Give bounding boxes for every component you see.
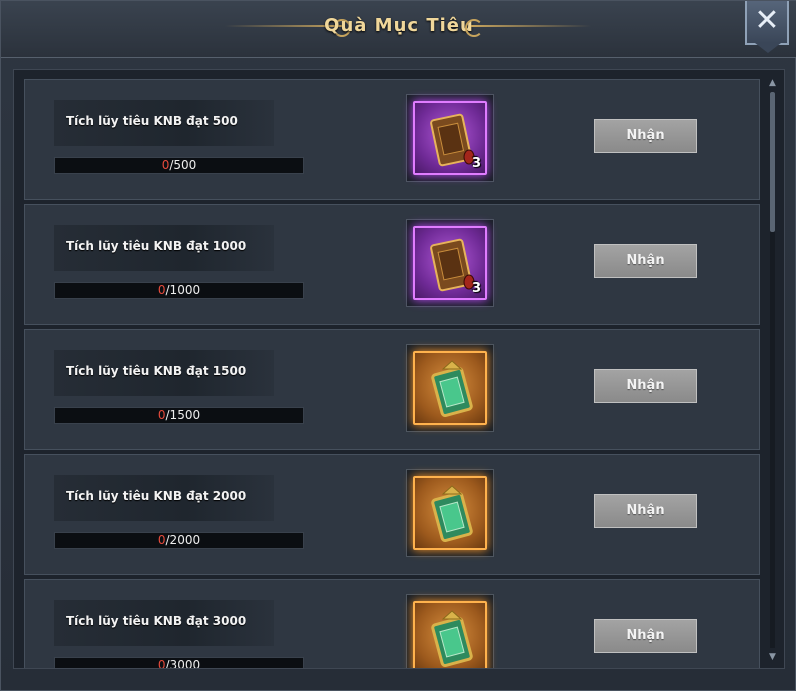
- chevron-down-icon[interactable]: ▼: [768, 652, 777, 662]
- title-bar: Quà Mục Tiêu: [1, 1, 796, 58]
- progress-target: /500: [169, 158, 197, 172]
- reward-row: Tích lũy tiêu KNB đạt 3000 0/3000 Nhận: [24, 579, 760, 669]
- scroll-thumb[interactable]: [770, 92, 775, 232]
- item-frame-purple: 3: [413, 226, 487, 300]
- progress-current: 0: [157, 408, 166, 422]
- reward-item-slot[interactable]: 3: [406, 219, 494, 307]
- reward-list-panel[interactable]: Tích lũy tiêu KNB đạt 500 0/500 3 Nhận T…: [13, 69, 785, 669]
- item-frame-orange: [413, 476, 487, 550]
- condition-box: Tích lũy tiêu KNB đạt 500: [54, 100, 274, 146]
- close-icon: ✕: [754, 3, 780, 38]
- claim-button[interactable]: Nhận: [594, 619, 697, 653]
- scrollbar[interactable]: ▲ ▼: [768, 78, 777, 662]
- claim-button[interactable]: Nhận: [594, 494, 697, 528]
- progress-current: 0: [157, 533, 166, 547]
- progress-target: /1000: [165, 283, 201, 297]
- item-frame-orange: [413, 351, 487, 425]
- reward-row: Tích lũy tiêu KNB đạt 2000 0/2000 Nhận: [24, 454, 760, 575]
- item-frame-orange: [413, 601, 487, 668]
- jade-badge-icon: [431, 360, 473, 417]
- progress-current: 0: [157, 658, 166, 669]
- title-ornament-right: [471, 25, 591, 27]
- condition-text: Tích lũy tiêu KNB đạt 2000: [66, 489, 247, 503]
- progress-bar: 0/500: [54, 157, 304, 174]
- condition-text: Tích lũy tiêu KNB đạt 500: [66, 114, 238, 128]
- condition-text: Tích lũy tiêu KNB đạt 1500: [66, 364, 247, 378]
- progress-bar: 0/3000: [54, 657, 304, 669]
- progress-target: /3000: [165, 658, 201, 669]
- condition-box: Tích lũy tiêu KNB đạt 1500: [54, 350, 274, 396]
- condition-text: Tích lũy tiêu KNB đạt 1000: [66, 239, 247, 253]
- item-count: 3: [471, 156, 481, 171]
- claim-button[interactable]: Nhận: [594, 369, 697, 403]
- window-title: Quà Mục Tiêu: [324, 15, 474, 36]
- reward-item-slot[interactable]: [406, 344, 494, 432]
- claim-button[interactable]: Nhận: [594, 244, 697, 278]
- condition-box: Tích lũy tiêu KNB đạt 1000: [54, 225, 274, 271]
- reward-item-slot[interactable]: [406, 469, 494, 557]
- progress-current: 0: [157, 283, 166, 297]
- reward-item-slot[interactable]: [406, 594, 494, 668]
- reward-item-slot[interactable]: 3: [406, 94, 494, 182]
- progress-bar: 0/1500: [54, 407, 304, 424]
- jade-badge-icon: [431, 610, 473, 667]
- reward-window: Quà Mục Tiêu ✕ Tích lũy tiêu KNB đạt 500…: [0, 0, 796, 691]
- item-count: 3: [471, 281, 481, 296]
- reward-row: Tích lũy tiêu KNB đạt 1000 0/1000 3 Nhận: [24, 204, 760, 325]
- reward-list: Tích lũy tiêu KNB đạt 500 0/500 3 Nhận T…: [24, 79, 760, 669]
- progress-bar: 0/1000: [54, 282, 304, 299]
- close-button[interactable]: ✕: [745, 1, 789, 53]
- reward-row: Tích lũy tiêu KNB đạt 500 0/500 3 Nhận: [24, 79, 760, 200]
- progress-target: /1500: [165, 408, 201, 422]
- reward-row: Tích lũy tiêu KNB đạt 1500 0/1500 Nhận: [24, 329, 760, 450]
- condition-box: Tích lũy tiêu KNB đạt 3000: [54, 600, 274, 646]
- condition-text: Tích lũy tiêu KNB đạt 3000: [66, 614, 247, 628]
- chevron-up-icon[interactable]: ▲: [768, 78, 777, 88]
- condition-box: Tích lũy tiêu KNB đạt 2000: [54, 475, 274, 521]
- claim-button[interactable]: Nhận: [594, 119, 697, 153]
- progress-target: /2000: [165, 533, 201, 547]
- jade-badge-icon: [431, 485, 473, 542]
- progress-bar: 0/2000: [54, 532, 304, 549]
- item-frame-purple: 3: [413, 101, 487, 175]
